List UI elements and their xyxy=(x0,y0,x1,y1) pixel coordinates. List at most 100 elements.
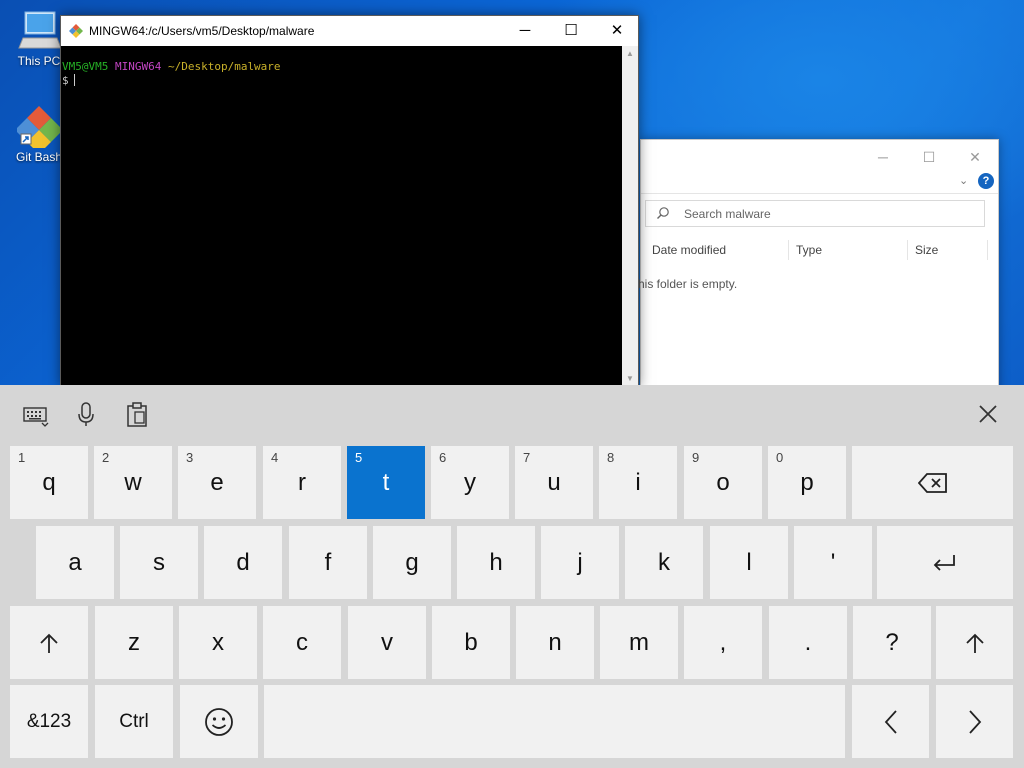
symbols-key[interactable]: &123 xyxy=(10,685,88,758)
key-row3-6[interactable]: m xyxy=(600,606,678,679)
key-label: w xyxy=(124,468,142,496)
key-label: ' xyxy=(830,548,836,576)
key-label: r xyxy=(298,468,306,496)
key-row3-9[interactable]: ? xyxy=(853,606,931,679)
key-row2-1[interactable]: s xyxy=(120,526,198,599)
key-label: , xyxy=(719,628,727,656)
key-label: j xyxy=(577,548,583,576)
key-row3-0[interactable]: z xyxy=(95,606,173,679)
key-label: g xyxy=(405,548,419,576)
clipboard-icon[interactable] xyxy=(121,399,153,429)
terminal-maximize-button[interactable]: ☐ xyxy=(548,16,594,46)
key-row1-6[interactable]: 7u xyxy=(515,446,593,519)
key-row1-7[interactable]: 8i xyxy=(599,446,677,519)
desktop: This PC Git Bash ─ ☐ ✕ ⌄ ? Search malwar… xyxy=(0,0,1024,385)
git-bash-icon xyxy=(15,104,63,154)
key-row1-1[interactable]: 2w xyxy=(94,446,172,519)
key-label: f xyxy=(324,548,332,576)
key-row3-5[interactable]: n xyxy=(516,606,594,679)
close-keyboard-icon[interactable] xyxy=(972,399,1004,429)
scroll-down-icon[interactable]: ▼ xyxy=(622,374,638,383)
key-row2-3[interactable]: f xyxy=(289,526,367,599)
terminal-titlebar[interactable]: MINGW64:/c/Users/vm5/Desktop/malware ─ ☐… xyxy=(61,16,638,46)
key-row3-3[interactable]: v xyxy=(348,606,426,679)
enter-key[interactable] xyxy=(877,526,1013,599)
ctrl-key[interactable]: Ctrl xyxy=(95,685,173,758)
key-row2-9[interactable]: ' xyxy=(794,526,872,599)
explorer-maximize-button[interactable]: ☐ xyxy=(909,146,949,168)
help-icon[interactable]: ? xyxy=(978,173,994,189)
terminal-input-line[interactable]: $ xyxy=(62,74,625,88)
git-bash-terminal-window: MINGW64:/c/Users/vm5/Desktop/malware ─ ☐… xyxy=(60,15,639,385)
key-label: b xyxy=(464,628,478,656)
empty-folder-message: his folder is empty. xyxy=(638,277,738,291)
key-row3-1[interactable]: x xyxy=(179,606,257,679)
left-arrow-key[interactable] xyxy=(852,685,929,758)
key-row3-8[interactable]: . xyxy=(769,606,847,679)
right-arrow-key[interactable] xyxy=(936,685,1013,758)
key-label: . xyxy=(804,628,812,656)
terminal-screen[interactable]: VM5@VM5 MINGW64 ~/Desktop/malware $ xyxy=(61,46,625,385)
key-label: d xyxy=(236,548,250,576)
chevron-left-icon xyxy=(884,709,897,734)
key-label: m xyxy=(629,628,649,656)
key-row3-2[interactable]: c xyxy=(263,606,341,679)
symbols-key-label: &123 xyxy=(26,710,72,732)
key-row2-8[interactable]: l xyxy=(710,526,788,599)
key-row2-5[interactable]: h xyxy=(457,526,535,599)
key-label: k xyxy=(658,548,670,576)
key-row1-5[interactable]: 6y xyxy=(431,446,509,519)
explorer-close-button[interactable]: ✕ xyxy=(955,146,995,168)
key-label: a xyxy=(68,548,82,576)
key-row1-3[interactable]: 4r xyxy=(263,446,341,519)
emoji-key[interactable] xyxy=(180,685,258,758)
key-row1-9[interactable]: 0p xyxy=(768,446,846,519)
key-row2-7[interactable]: k xyxy=(625,526,703,599)
key-label: u xyxy=(547,468,561,496)
key-label: l xyxy=(746,548,752,576)
column-header-type[interactable]: Type xyxy=(788,240,908,260)
terminal-scrollbar[interactable]: ▲ ▼ xyxy=(622,46,638,385)
keyboard-settings-icon[interactable] xyxy=(20,399,52,429)
file-explorer-window: ─ ☐ ✕ ⌄ ? Date modified Type Size his fo… xyxy=(638,139,999,385)
backspace-key[interactable] xyxy=(852,446,1013,519)
key-row3-4[interactable]: b xyxy=(432,606,510,679)
explorer-search-box[interactable] xyxy=(645,200,985,227)
key-row1-4[interactable]: 5t xyxy=(347,446,425,519)
terminal-minimize-button[interactable]: ─ xyxy=(502,16,548,46)
key-label: z xyxy=(128,628,140,656)
column-header-size[interactable]: Size xyxy=(907,240,988,260)
key-row1-2[interactable]: 3e xyxy=(178,446,256,519)
space-key[interactable] xyxy=(264,685,845,758)
key-row3-7[interactable]: , xyxy=(684,606,762,679)
microphone-icon[interactable] xyxy=(70,399,102,429)
key-number-label: 9 xyxy=(692,450,700,465)
search-input[interactable] xyxy=(684,205,974,223)
column-header-date-modified[interactable]: Date modified xyxy=(644,240,789,260)
shift-arrow-icon xyxy=(40,633,58,653)
scroll-up-icon[interactable]: ▲ xyxy=(622,49,638,58)
key-row2-0[interactable]: a xyxy=(36,526,114,599)
shift-left-key[interactable] xyxy=(10,606,88,679)
key-row1-0[interactable]: 1q xyxy=(10,446,88,519)
key-number-label: 7 xyxy=(523,450,531,465)
terminal-close-button[interactable]: ✕ xyxy=(594,16,640,46)
shift-right-key[interactable] xyxy=(936,606,1013,679)
text-cursor xyxy=(73,74,75,86)
key-label: o xyxy=(716,468,730,496)
ctrl-key-label: Ctrl xyxy=(119,710,149,732)
key-number-label: 1 xyxy=(18,450,26,465)
chevron-down-icon[interactable]: ⌄ xyxy=(959,174,968,187)
key-label: h xyxy=(489,548,503,576)
key-row2-2[interactable]: d xyxy=(204,526,282,599)
key-row2-6[interactable]: j xyxy=(541,526,619,599)
prompt-path: ~/Desktop/malware xyxy=(167,60,281,73)
key-row1-8[interactable]: 9o xyxy=(684,446,762,519)
key-label: e xyxy=(210,468,224,496)
key-label: p xyxy=(800,468,814,496)
key-number-label: 6 xyxy=(439,450,447,465)
key-label: x xyxy=(212,628,224,656)
explorer-minimize-button[interactable]: ─ xyxy=(863,146,903,168)
key-label: y xyxy=(464,468,476,496)
key-row2-4[interactable]: g xyxy=(373,526,451,599)
